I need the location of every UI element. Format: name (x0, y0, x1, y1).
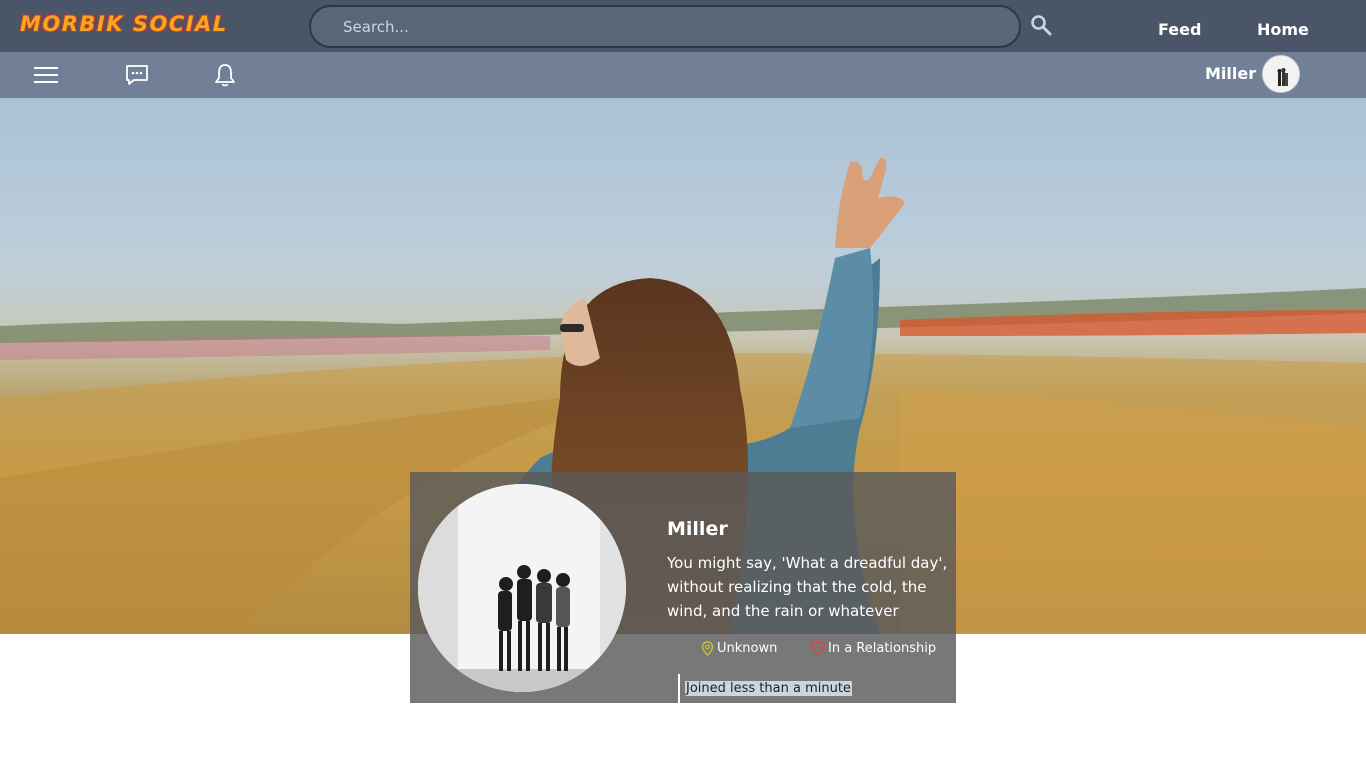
location-pin-icon (701, 641, 714, 656)
profile-location: Unknown (701, 641, 777, 656)
current-user-avatar[interactable] (1262, 55, 1300, 93)
top-navbar: MORBIK SOCIAL Feed Home (0, 0, 1366, 52)
profile-location-text: Unknown (717, 641, 778, 656)
site-logo[interactable]: MORBIK SOCIAL (20, 12, 228, 36)
search-icon[interactable] (1029, 13, 1053, 37)
profile-joined-text: Joined less than a minute (685, 681, 852, 696)
nav-home-link[interactable]: Home (1257, 20, 1309, 39)
profile-relationship-text: In a Relationship (828, 641, 937, 656)
chat-icon[interactable] (124, 62, 150, 88)
heart-icon (811, 641, 825, 655)
profile-name: Miller (667, 518, 728, 540)
profile-relationship: In a Relationship (811, 641, 936, 656)
bell-icon[interactable] (212, 62, 238, 88)
secondary-navbar (0, 52, 1366, 98)
profile-avatar[interactable] (418, 484, 626, 692)
profile-joined: Joined less than a minute (678, 674, 852, 703)
search-box (309, 5, 1021, 48)
search-input[interactable] (311, 7, 1019, 46)
menu-icon[interactable] (33, 62, 59, 88)
profile-bio: You might say, 'What a dreadful day', wi… (667, 554, 948, 620)
current-user-name[interactable]: Miller (1205, 64, 1256, 83)
nav-feed-link[interactable]: Feed (1158, 20, 1201, 39)
